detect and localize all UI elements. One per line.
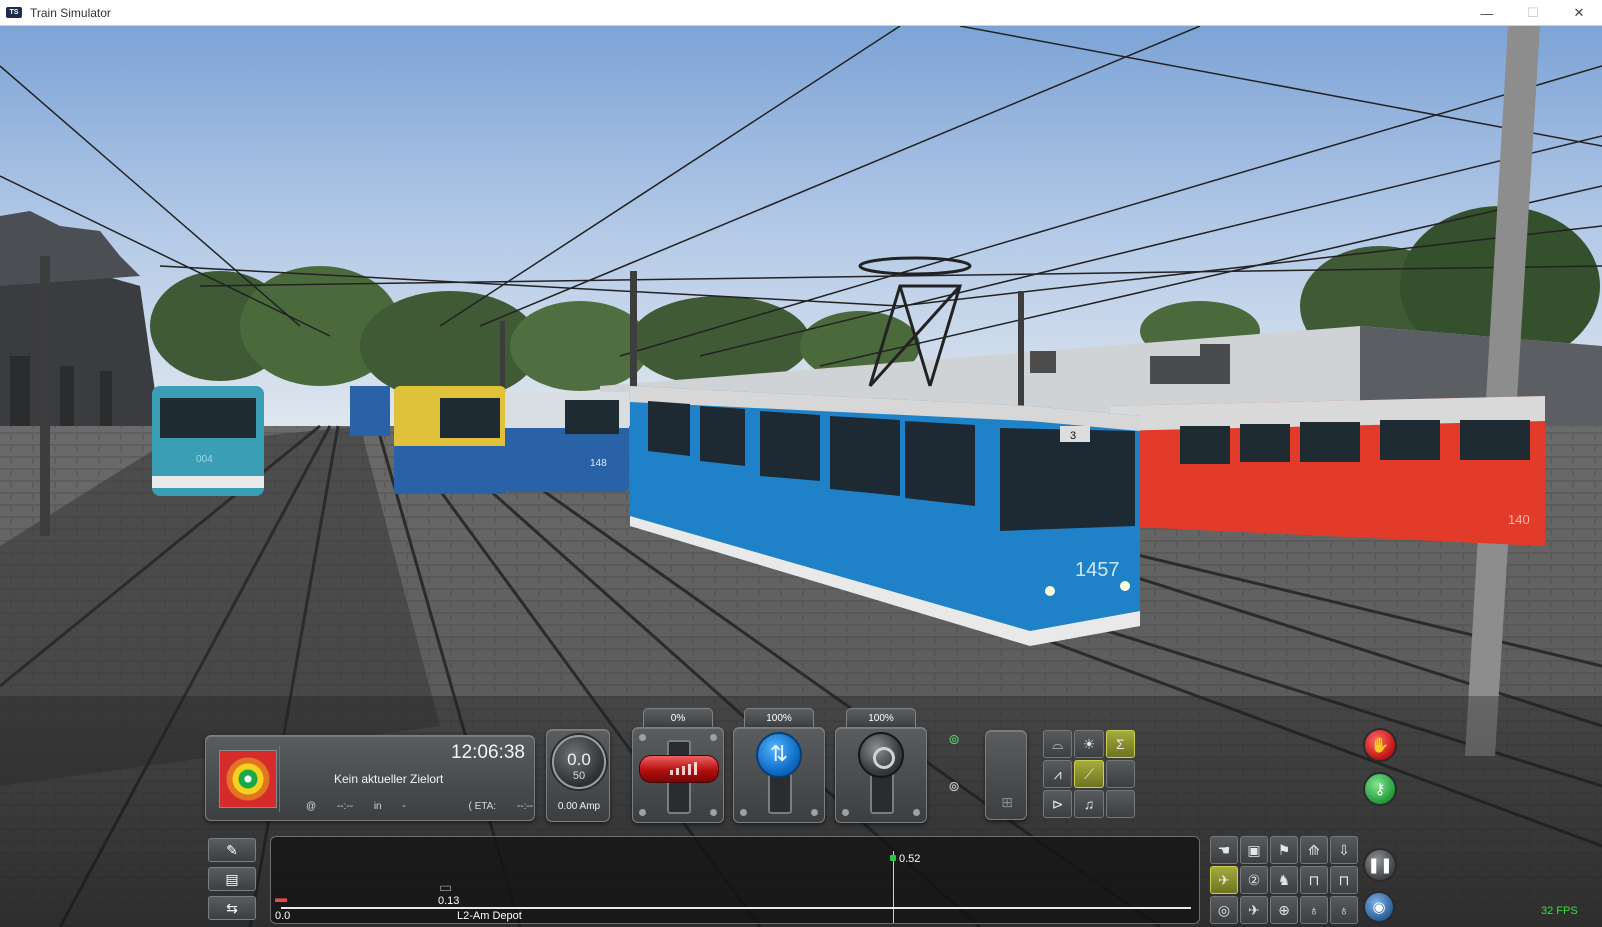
pantograph-icon[interactable]: ⩘	[1043, 760, 1073, 788]
headlight-icon[interactable]: ☀	[1074, 730, 1104, 758]
fps-counter: 32 FPS	[1541, 905, 1578, 917]
clock: 12:06:38	[451, 742, 525, 763]
at-time: --:--	[336, 801, 354, 812]
destination-label: Kein aktueller Zielort	[334, 772, 444, 786]
ammeter-value: 0.00 Amp	[557, 801, 601, 812]
sigma-icon[interactable]: Σ	[1105, 730, 1135, 758]
blank-slot-1	[1105, 760, 1135, 788]
tram-148: 148	[505, 392, 629, 492]
tram-148-number: 148	[590, 458, 607, 469]
camera-cab-icon[interactable]: ✈	[1210, 866, 1238, 894]
train-inactive-icon: ⊞	[1001, 793, 1013, 810]
throttle-percent: 0%	[643, 708, 713, 728]
key-icon[interactable]: ⚷	[1363, 772, 1397, 806]
camera-free-icon[interactable]: ◎	[1210, 896, 1238, 924]
at-symbol: @	[306, 801, 317, 812]
window-title: Train Simulator	[30, 5, 111, 20]
route-board: 3	[1070, 430, 1076, 442]
clapper-icon[interactable]: ▤	[208, 867, 256, 891]
couple-icon[interactable]: ⇆	[208, 896, 256, 920]
crane-icon[interactable]: ⟰	[1300, 836, 1328, 864]
tram-1457-number: 1457	[1075, 559, 1120, 581]
track-line	[281, 907, 1191, 909]
track-monitor: 0.52 ▬ 0.0 ▭ 0.13 L2-Am Depot	[270, 836, 1200, 924]
bell-icon[interactable]: ♫	[1074, 790, 1104, 818]
track-marker-line	[893, 851, 894, 923]
eta-label: ( ETA:	[468, 801, 497, 812]
signal-marker-icon	[890, 855, 896, 861]
app-icon: TS	[6, 7, 22, 18]
horn-icon[interactable]: ⊳	[1043, 790, 1073, 818]
train-position-icon: ▭	[439, 879, 453, 895]
tram-140: 140	[1110, 396, 1545, 546]
pause-icon[interactable]: ❚❚	[1363, 848, 1397, 882]
map-icon[interactable]: ♁	[1330, 896, 1358, 924]
brake-percent: 100%	[846, 708, 916, 728]
train-position: 0.13	[438, 895, 460, 907]
blank-slot-2	[1105, 790, 1135, 818]
signal-target-icon	[219, 750, 277, 808]
close-button[interactable]: ✕	[1556, 0, 1602, 26]
brake-apply-icon[interactable]: ⊚	[937, 775, 971, 797]
train-icon: ▬	[275, 891, 287, 905]
screenshot-camera-icon[interactable]: ◉	[1363, 891, 1395, 923]
reverser-arrows-icon[interactable]: ⇅	[756, 732, 802, 778]
brake-lever[interactable]	[835, 727, 927, 823]
brake-release-icon[interactable]: ⊚	[937, 728, 971, 750]
tram-yellow	[394, 386, 506, 494]
track-marker-distance: 0.52	[899, 853, 921, 865]
tram-far	[350, 386, 390, 436]
eta-value: --:--	[516, 801, 534, 812]
minimize-button[interactable]: —	[1464, 0, 1510, 26]
speedometer-dial: 0.0 50	[552, 735, 606, 789]
wiper-icon[interactable]: ⌓	[1043, 730, 1073, 758]
eta-row: @ --:-- in - ( ETA: --:-- )	[306, 801, 557, 812]
brake-knob-icon[interactable]	[858, 732, 904, 778]
window-titlebar: TS Train Simulator — ☐ ✕	[0, 0, 1602, 26]
camera-tools-grid: ☚ ▣ ⚑ ⟰ ⇩ ✈ ② ♞ ⊓ ⊓ ◎ ✈ ⊕ ♁ ♁	[1210, 836, 1358, 924]
info-panel: 12:06:38 Kein aktueller Zielort @ --:-- …	[205, 735, 557, 821]
tram-140-number: 140	[1508, 512, 1530, 527]
speedometer-panel: 0.0 50 0.00 Amp	[546, 729, 610, 822]
maximize-button[interactable]: ☐	[1510, 0, 1556, 26]
signal-icon[interactable]: ⚑	[1270, 836, 1298, 864]
down-arrow-icon[interactable]: ⇩	[1330, 836, 1358, 864]
track-location: L2-Am Depot	[457, 910, 522, 922]
reverser-lever[interactable]: ⇅	[733, 727, 825, 823]
throttle-lever[interactable]	[632, 727, 724, 823]
tram-front-icon[interactable]: ⊓	[1330, 866, 1358, 894]
speed-limit: 50	[572, 770, 586, 782]
throttle-handle[interactable]	[639, 755, 719, 783]
camera-2-icon[interactable]: ②	[1240, 866, 1268, 894]
hand-icon[interactable]: ☚	[1210, 836, 1238, 864]
left-tool-stack: ✎ ▤ ⇆	[205, 836, 259, 924]
coupler-icon[interactable]: ⊓	[1300, 866, 1328, 894]
in-value: -	[402, 801, 406, 812]
track-start: 0.0	[275, 910, 291, 922]
pin-icon[interactable]: ♁	[1300, 896, 1328, 924]
signal-indicator	[216, 746, 280, 812]
empty-control-slot: ⊞	[985, 730, 1027, 820]
sander-icon[interactable]: ⟋	[1074, 760, 1104, 788]
camera-plane-icon[interactable]: ✈	[1240, 896, 1268, 924]
in-label: in	[373, 801, 382, 812]
cab-controls-grid: ⌓ ☀ Σ ⩘ ⟋ ⊳ ♫	[1043, 730, 1135, 818]
tram-004-number: 004	[196, 454, 213, 465]
speed-value: 0.0	[567, 750, 591, 769]
emergency-brake-hand-icon[interactable]: ✋	[1363, 728, 1397, 762]
tram-icon[interactable]: ▣	[1240, 836, 1268, 864]
tram-004: 004	[152, 386, 264, 496]
window-controls: — ☐ ✕	[1464, 0, 1602, 26]
reverser-percent: 100%	[744, 708, 814, 728]
globe-icon[interactable]: ⊕	[1270, 896, 1298, 924]
camera-passenger-icon[interactable]: ♞	[1270, 866, 1298, 894]
task-icon[interactable]: ✎	[208, 838, 256, 862]
